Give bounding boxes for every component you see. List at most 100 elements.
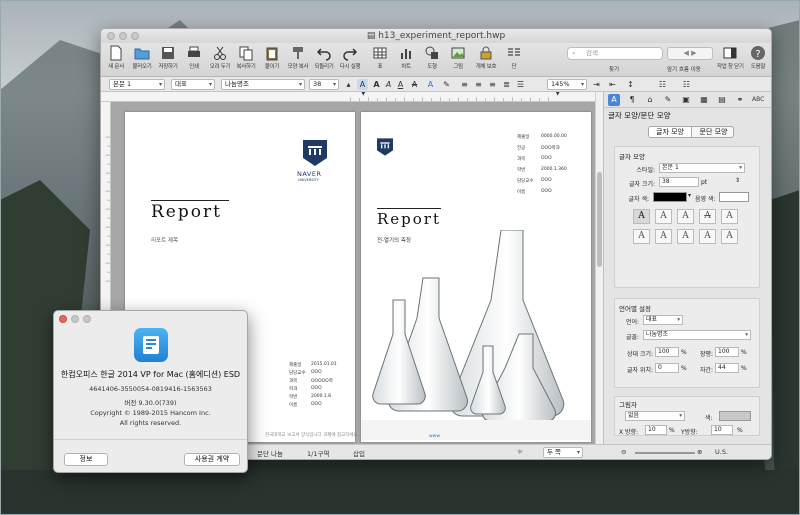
strike-style-button[interactable]: A: [699, 209, 716, 224]
cut-button[interactable]: 오려 두기: [207, 44, 233, 76]
font-dropdown[interactable]: 나눔명조: [643, 330, 751, 340]
spellcheck-icon[interactable]: ABC: [752, 94, 764, 106]
shadow-color-swatch[interactable]: [719, 411, 751, 421]
zoom-dialog-button[interactable]: [83, 315, 91, 323]
bold-icon[interactable]: A: [371, 79, 382, 90]
format-copy-button[interactable]: 모양 복사: [285, 44, 311, 76]
image-icon[interactable]: ▤: [716, 94, 728, 106]
table-button[interactable]: 표: [367, 44, 393, 76]
save-button[interactable]: 저장하기: [155, 44, 181, 76]
paste-button[interactable]: 붙이기: [259, 44, 285, 76]
ratio-field[interactable]: 100: [655, 347, 679, 357]
font-select[interactable]: 나눔명조: [221, 79, 305, 90]
zoom-in-icon[interactable]: ⊕: [697, 448, 702, 456]
numbered-list-icon[interactable]: ☷: [681, 79, 692, 90]
outline-style-button[interactable]: A: [677, 209, 694, 224]
picture-button[interactable]: 그림: [445, 44, 471, 76]
superscript-style-button[interactable]: A: [677, 229, 694, 244]
italic-icon[interactable]: A: [383, 79, 394, 90]
percent-unit: %: [681, 365, 687, 372]
open-button[interactable]: 불러오기: [129, 44, 155, 76]
char-shape-tab-icon[interactable]: A: [608, 94, 620, 106]
zoom-out-icon[interactable]: ⊖: [621, 448, 626, 456]
scroll-thumb[interactable]: [597, 172, 602, 267]
minimize-dialog-button[interactable]: [71, 315, 79, 323]
indent-icon[interactable]: ⇥: [591, 79, 602, 90]
font-size-select[interactable]: 38: [309, 79, 339, 90]
engrave-style-button[interactable]: A: [655, 229, 672, 244]
binoculars-icon[interactable]: ⚭: [734, 94, 746, 106]
highlight-icon[interactable]: ✎: [441, 79, 452, 90]
shadow-dropdown[interactable]: 없음: [625, 411, 685, 421]
new-document-button[interactable]: 새 문서: [103, 44, 129, 76]
protect-object-button[interactable]: 개체 보호: [473, 44, 499, 76]
x-offset-field[interactable]: 10: [645, 425, 667, 435]
align-center-icon[interactable]: ≡: [473, 79, 484, 90]
style-select[interactable]: 본문 1: [109, 79, 165, 90]
shape-button[interactable]: 도형: [419, 44, 445, 76]
chart-button[interactable]: 차트: [393, 44, 419, 76]
pen-icon[interactable]: ✎: [662, 94, 674, 106]
font-color-swatch[interactable]: [653, 192, 687, 202]
help-button[interactable]: ? 도움말: [745, 44, 771, 76]
print-button[interactable]: 인쇄: [181, 44, 207, 76]
line-spacing-icon[interactable]: ↕: [625, 79, 636, 90]
copy-button[interactable]: 복사하기: [233, 44, 259, 76]
outdent-icon[interactable]: ⇤: [607, 79, 618, 90]
forward-icon[interactable]: ▶: [691, 49, 696, 57]
paragraph-icon[interactable]: ¶: [626, 94, 638, 106]
brush-icon[interactable]: ⌂: [644, 94, 656, 106]
shade-color-swatch[interactable]: [719, 192, 749, 202]
page-setup-icon[interactable]: ▣: [680, 94, 692, 106]
status-mode[interactable]: 삽입: [353, 448, 365, 458]
justify-icon[interactable]: ≣: [501, 79, 512, 90]
search-input[interactable]: ⌕ 검색: [567, 47, 663, 60]
char-shape-icon[interactable]: A: [357, 79, 368, 90]
align-left-icon[interactable]: ≡: [459, 79, 470, 90]
size-up-icon[interactable]: ▴: [343, 79, 354, 90]
bold-style-button[interactable]: A: [633, 209, 650, 224]
position-field[interactable]: 0: [655, 363, 679, 373]
zoom-select[interactable]: 145%: [547, 79, 587, 90]
underline-icon[interactable]: A: [395, 79, 406, 90]
language-select[interactable]: 대표: [171, 79, 215, 90]
zoom-slider[interactable]: [635, 452, 695, 454]
shadow-style-button[interactable]: A: [633, 229, 650, 244]
navigation-buttons[interactable]: ◀ ▶: [667, 47, 713, 60]
color-dropdown-icon[interactable]: ▾: [688, 192, 691, 199]
vertical-scrollbar[interactable]: [595, 92, 603, 444]
font-color-icon[interactable]: A: [425, 79, 436, 90]
italic-style-button[interactable]: A: [655, 209, 672, 224]
style-dropdown[interactable]: 본문 1: [659, 163, 745, 173]
columns-button[interactable]: 단: [501, 44, 527, 76]
close-dialog-button[interactable]: [59, 315, 67, 323]
page-2[interactable]: 제출일 0000.00.00 전공 OOO학과 과목 OOO 학번 2000.1…: [361, 112, 591, 442]
align-right-icon[interactable]: ≡: [487, 79, 498, 90]
bullet-list-icon[interactable]: ☷: [657, 79, 668, 90]
grid-icon[interactable]: ▦: [698, 94, 710, 106]
view-mode-icon[interactable]: ☼: [517, 448, 523, 456]
undo-button[interactable]: 되돌리기: [311, 44, 337, 76]
status-language[interactable]: U.S.: [715, 448, 728, 456]
page-view-select[interactable]: 두 쪽: [543, 447, 583, 458]
size-stepper-icon[interactable]: ⇕: [735, 177, 740, 184]
tab-char-shape[interactable]: 글자 모양: [649, 127, 692, 137]
distribute-icon[interactable]: ☰: [515, 79, 526, 90]
size-field[interactable]: 38: [659, 177, 699, 187]
subscript-style-button[interactable]: A: [699, 229, 716, 244]
lang-dropdown[interactable]: 대표: [643, 315, 683, 325]
license-button[interactable]: 사용권 계약: [184, 453, 240, 466]
back-icon[interactable]: ◀: [683, 49, 688, 57]
spacing-field[interactable]: 44: [715, 363, 739, 373]
y-offset-field[interactable]: 10: [711, 425, 733, 435]
strikethrough-icon[interactable]: A: [409, 79, 420, 90]
width-field[interactable]: 100: [715, 347, 739, 357]
tab-para-shape[interactable]: 문단 모양: [692, 127, 733, 137]
smallcaps-style-button[interactable]: A: [721, 229, 738, 244]
redo-button[interactable]: 다시 실행: [337, 44, 363, 76]
info-button[interactable]: 정보: [64, 453, 108, 466]
page-link[interactable]: www: [429, 434, 440, 439]
close-task-pane-button[interactable]: 작업 창 닫기: [717, 44, 744, 76]
horizontal-ruler[interactable]: [101, 92, 595, 102]
emboss-style-button[interactable]: A: [721, 209, 738, 224]
